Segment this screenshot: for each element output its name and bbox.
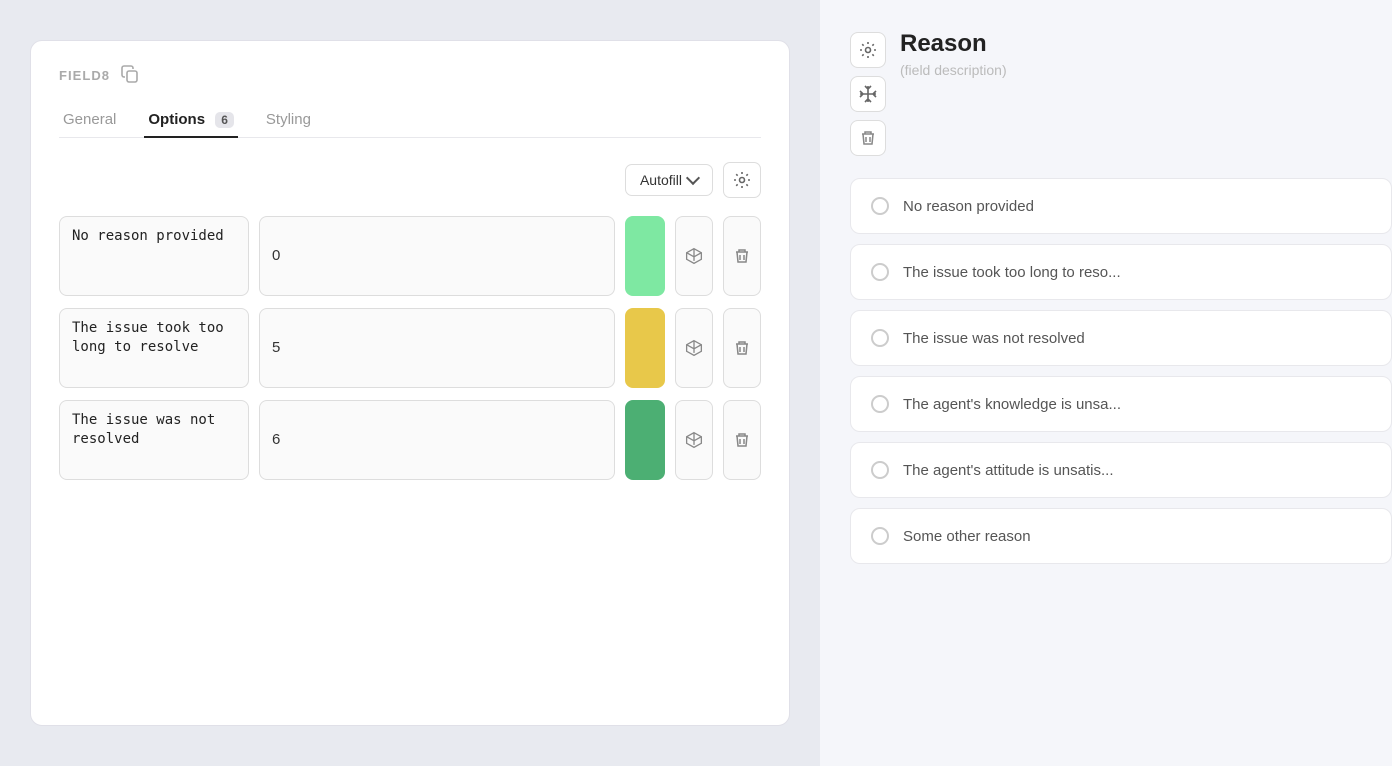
option-row-2: The issue was not resolved (59, 400, 761, 480)
radio-circle-1 (871, 263, 889, 281)
radio-item-1[interactable]: The issue took too long to reso... (850, 244, 1392, 300)
delete-icon-button[interactable] (850, 120, 886, 156)
option-row-1: The issue took too long to resolve (59, 308, 761, 388)
radio-circle-0 (871, 197, 889, 215)
move-icon-button[interactable] (850, 76, 886, 112)
radio-circle-2 (871, 329, 889, 347)
radio-item-4[interactable]: The agent's attitude is unsatis... (850, 442, 1392, 498)
field-subtitle: (field description) (900, 62, 1007, 78)
radio-label-3: The agent's knowledge is unsa... (903, 396, 1121, 413)
cube-button-0[interactable] (675, 216, 713, 296)
right-panel-title-area: Reason (field description) (900, 30, 1007, 78)
autofill-chevron-icon (686, 171, 700, 185)
radio-circle-3 (871, 395, 889, 413)
color-swatch-0[interactable] (625, 216, 665, 296)
cube-button-2[interactable] (675, 400, 713, 480)
delete-button-2[interactable] (723, 400, 761, 480)
tabs-bar: General Options 6 Styling (59, 103, 761, 138)
option-text-input-1[interactable]: The issue took too long to resolve (59, 308, 249, 388)
field-card: FIELD8 General Options 6 Styling (30, 40, 790, 726)
autofill-row: Autofill (59, 162, 761, 198)
color-swatch-1[interactable] (625, 308, 665, 388)
radio-item-3[interactable]: The agent's knowledge is unsa... (850, 376, 1392, 432)
radio-circle-5 (871, 527, 889, 545)
delete-button-1[interactable] (723, 308, 761, 388)
option-number-input-1[interactable] (259, 308, 615, 388)
radio-circle-4 (871, 461, 889, 479)
tab-options[interactable]: Options 6 (144, 103, 238, 138)
field-name-label: FIELD8 (59, 68, 110, 83)
option-text-input-2[interactable]: The issue was not resolved (59, 400, 249, 480)
radio-label-0: No reason provided (903, 198, 1034, 215)
option-row-0: No reason provided (59, 216, 761, 296)
tab-styling[interactable]: Styling (262, 103, 315, 138)
right-panel: Reason (field description) No reason pro… (820, 0, 1392, 766)
right-icon-column (850, 32, 886, 156)
radio-item-5[interactable]: Some other reason (850, 508, 1392, 564)
left-panel: FIELD8 General Options 6 Styling (0, 0, 820, 766)
field-header: FIELD8 (59, 65, 761, 85)
options-area: Autofill No reason provided (59, 162, 761, 702)
options-settings-button[interactable] (723, 162, 761, 198)
radio-label-4: The agent's attitude is unsatis... (903, 462, 1113, 479)
autofill-button[interactable]: Autofill (625, 164, 713, 196)
options-badge: 6 (215, 112, 234, 128)
radio-item-2[interactable]: The issue was not resolved (850, 310, 1392, 366)
radio-label-2: The issue was not resolved (903, 330, 1085, 347)
field-title: Reason (900, 30, 1007, 59)
option-number-input-0[interactable] (259, 216, 615, 296)
option-text-input-0[interactable]: No reason provided (59, 216, 249, 296)
right-panel-header: Reason (field description) (850, 30, 1392, 156)
delete-button-0[interactable] (723, 216, 761, 296)
cube-button-1[interactable] (675, 308, 713, 388)
copy-button[interactable] (120, 65, 140, 85)
color-swatch-2[interactable] (625, 400, 665, 480)
gear-icon-button[interactable] (850, 32, 886, 68)
radio-label-5: Some other reason (903, 528, 1031, 545)
option-number-input-2[interactable] (259, 400, 615, 480)
radio-options-list: No reason provided The issue took too lo… (850, 178, 1392, 574)
radio-item-0[interactable]: No reason provided (850, 178, 1392, 234)
tab-general[interactable]: General (59, 103, 120, 138)
radio-label-1: The issue took too long to reso... (903, 264, 1121, 281)
